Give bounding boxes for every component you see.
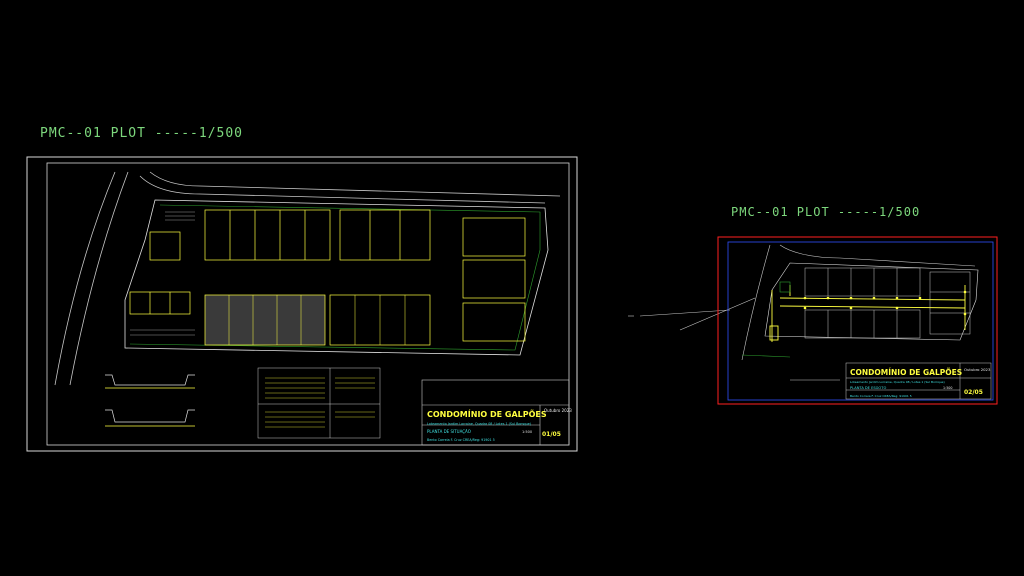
- sheet1-subtitle: Loteamento Jardim Lorraine, Quadra 08 / …: [427, 422, 531, 426]
- sheet1-section-drawings: [105, 374, 195, 427]
- sheet1-sheet-number: 01/05: [542, 431, 561, 438]
- sheet1-site-boundary: [124, 199, 549, 356]
- sheet2-date: Outubro 2023: [964, 367, 991, 372]
- sheet1-title: CONDOMÍNIO DE GALPÕES: [427, 408, 547, 419]
- sheet1-area-tables: [257, 367, 381, 439]
- sheet1-plot-label: PMC--01 PLOT -----1/500: [40, 126, 243, 141]
- sheet2-sewer-network: [769, 285, 966, 342]
- sheet1-warehouse-row-bottom: [204, 294, 431, 346]
- sheet1-drawing-name: PLANTA DE SITUAÇÃO: [427, 429, 471, 434]
- sheet1-parking: [130, 211, 195, 336]
- sheet2-road: [779, 244, 976, 267]
- sheet2-scale: 1:500: [943, 386, 953, 390]
- sheet1-date: Outubro 2023: [544, 408, 572, 413]
- sheet2-site-boundary: [764, 262, 979, 341]
- sheet2-green-details: [741, 281, 791, 358]
- cad-model-space[interactable]: PMC--01 PLOT -----1/500 CONDOMÍNIO DE GA…: [0, 0, 1024, 576]
- sheet1-road: [139, 175, 546, 204]
- sheet2-drawing-name: PLANTA DE ESGOTO: [850, 386, 886, 390]
- sheet2-plot-label: PMC--01 PLOT -----1/500: [731, 205, 920, 219]
- sheet1-footer: Bento Correia F. Cruz CREA/Reg: 91901 5: [427, 438, 495, 442]
- sheet2-warehouse-row-bottom: [804, 309, 921, 339]
- sheet2-selection-frame[interactable]: [717, 236, 998, 405]
- sheet2-footer: Bento Correia F. Cruz CREA/Reg: 91901 5: [850, 394, 912, 398]
- sheet2-sheet-number: 02/05: [964, 389, 983, 396]
- sheet1-road: [54, 171, 116, 386]
- sheet2-road: [741, 244, 771, 361]
- sheet2-warehouse-row-top: [804, 267, 971, 335]
- leader-line: [639, 309, 731, 317]
- sheet1-guardhouse: [129, 231, 191, 315]
- sheet2-subtitle: Loteamento Jardim Lorraine, Quadra 08 / …: [850, 380, 945, 384]
- sheet1-inner-boundary: [129, 204, 541, 351]
- sheet1-road: [149, 171, 561, 197]
- sheet1-layout[interactable]: CONDOMÍNIO DE GALPÕES Loteamento Jardim …: [26, 156, 578, 452]
- sheet1-table-lines: [265, 377, 375, 428]
- sheet1-scale: 1:500: [522, 430, 532, 434]
- sheet2-title: CONDOMÍNIO DE GALPÕES: [850, 368, 962, 377]
- sheet2-layout[interactable]: CONDOMÍNIO DE GALPÕES Loteamento Jardim …: [717, 236, 998, 405]
